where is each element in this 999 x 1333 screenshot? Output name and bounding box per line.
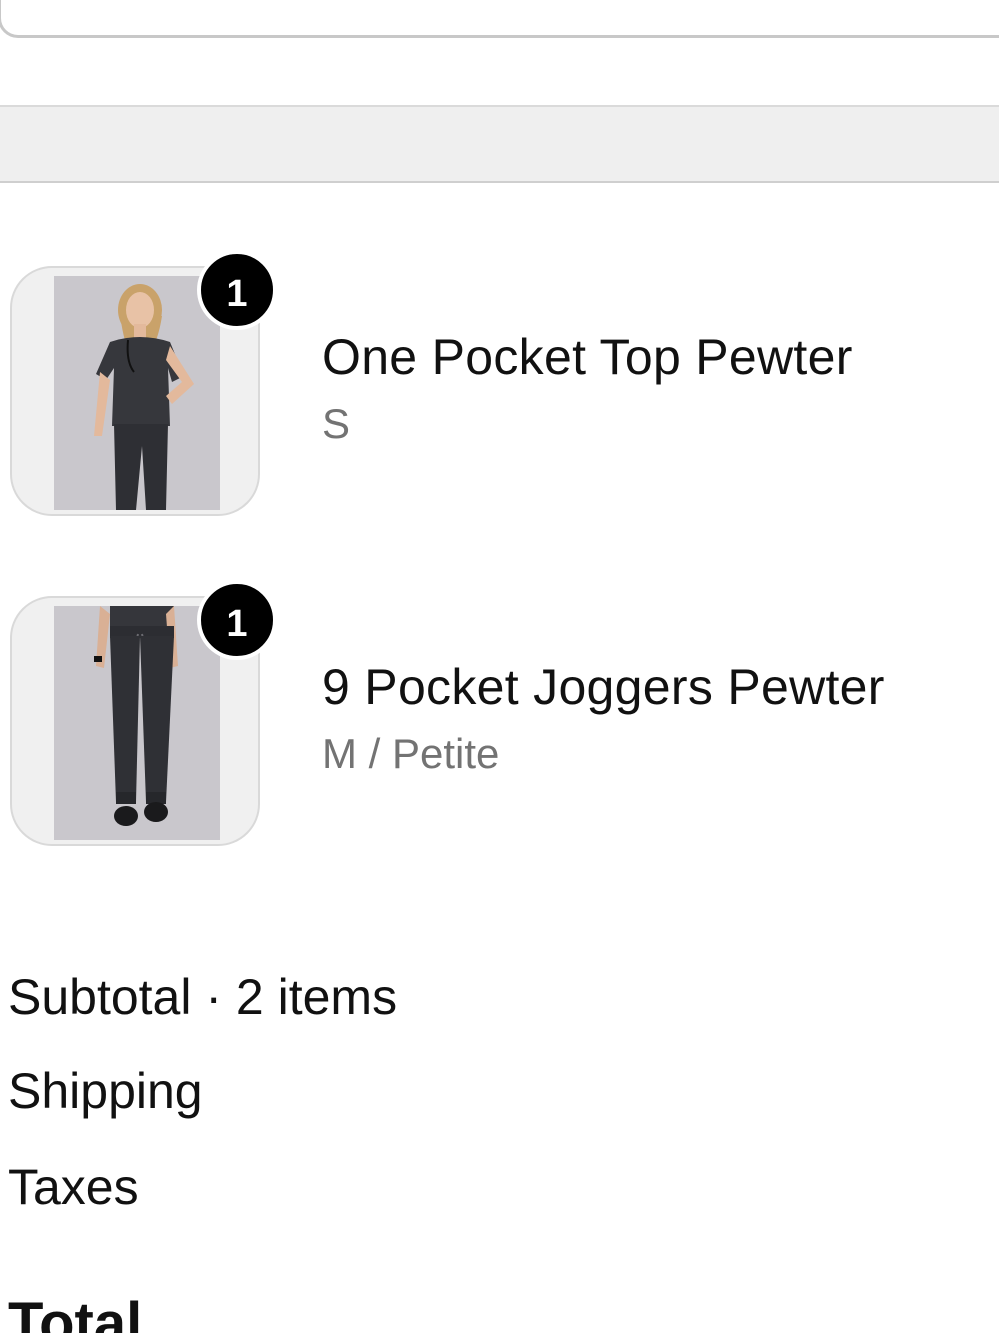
subtotal-label: Subtotal · 2 items bbox=[8, 969, 398, 1025]
shipping-label: Shipping bbox=[8, 1063, 203, 1119]
total-label: Total bbox=[8, 1291, 143, 1333]
scrub-joggers-product-photo bbox=[54, 606, 220, 840]
section-divider-band bbox=[0, 105, 999, 183]
product-title: One Pocket Top Pewter bbox=[322, 329, 853, 385]
taxes-label: Taxes bbox=[8, 1159, 139, 1215]
line-item: 1 9 Pocket Joggers Pewter M / Petite bbox=[0, 580, 999, 850]
product-title: 9 Pocket Joggers Pewter bbox=[322, 659, 885, 715]
order-summary-page: 1 One Pocket Top Pewter S 1 9 Pocket Jog… bbox=[0, 0, 999, 1333]
quantity-badge: 1 bbox=[197, 250, 277, 330]
quantity-badge: 1 bbox=[197, 580, 277, 660]
product-variant: M / Petite bbox=[322, 730, 500, 777]
scrub-top-product-photo bbox=[54, 276, 220, 510]
line-item: 1 One Pocket Top Pewter S bbox=[0, 250, 999, 520]
product-variant: S bbox=[322, 400, 351, 447]
discount-code-input[interactable] bbox=[0, 0, 999, 38]
